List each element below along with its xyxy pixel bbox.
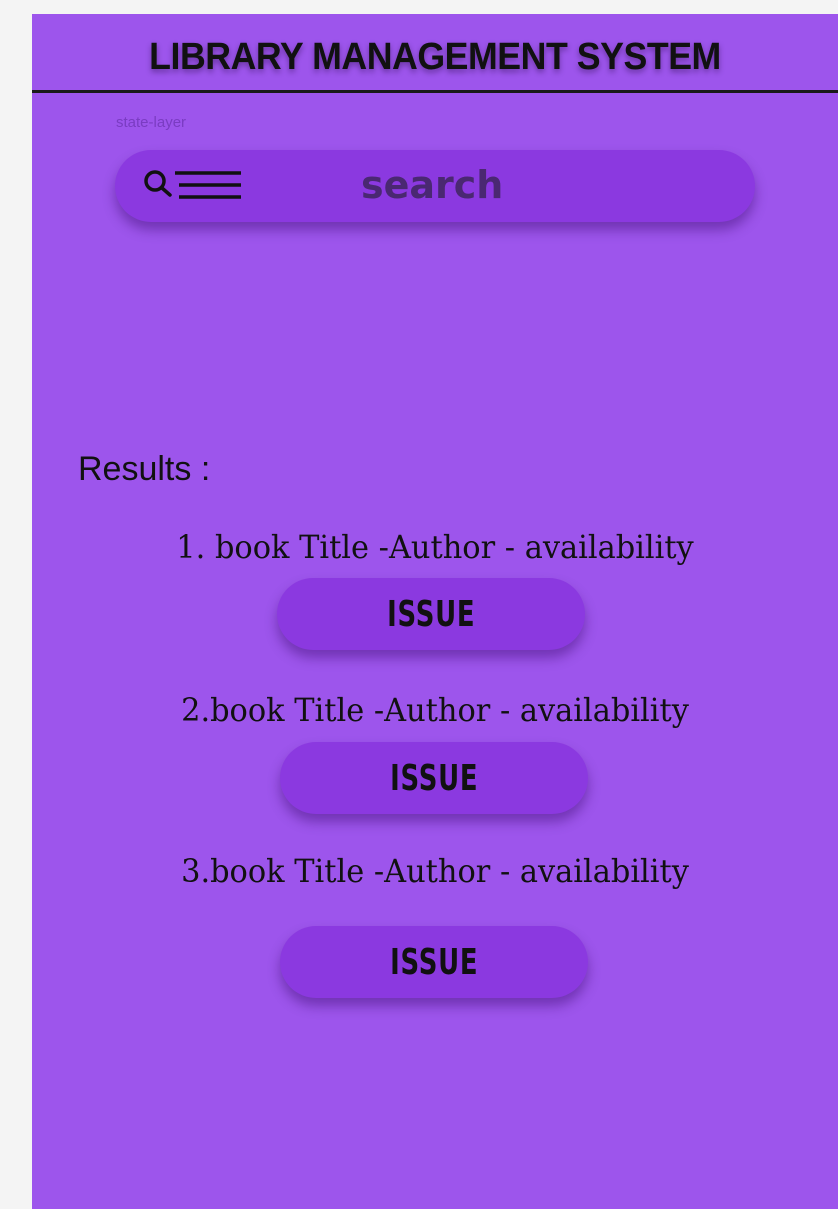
state-layer-label: state-layer: [116, 114, 187, 131]
result-item-2: 2.book Title -Author - availability: [181, 691, 689, 729]
issue-button-3[interactable]: ISSUE: [280, 926, 588, 998]
results-heading: Results :: [78, 450, 211, 488]
search-bar[interactable]: search: [115, 150, 755, 222]
issue-button-label: ISSUE: [389, 757, 479, 799]
app-title: LIBRARY MANAGEMENT SYSTEM: [149, 36, 721, 78]
issue-button-1[interactable]: ISSUE: [277, 578, 585, 650]
issue-button-label: ISSUE: [389, 941, 479, 983]
app-frame: LIBRARY MANAGEMENT SYSTEM state-layer se…: [32, 14, 838, 1209]
result-item-3: 3.book Title -Author - availability: [181, 852, 689, 890]
search-menu-icon[interactable]: [139, 166, 243, 206]
issue-button-2[interactable]: ISSUE: [280, 742, 588, 814]
issue-button-label: ISSUE: [386, 593, 476, 635]
search-input[interactable]: search: [361, 163, 503, 207]
result-item-1: 1. book Title -Author - availability: [176, 528, 694, 566]
title-divider: [32, 90, 838, 93]
